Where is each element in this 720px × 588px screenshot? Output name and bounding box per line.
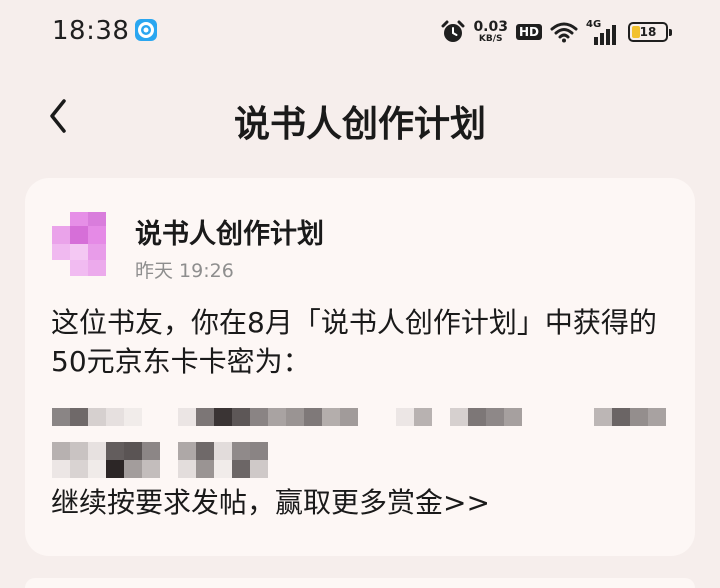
redacted-card-code: [52, 406, 672, 482]
net-speed-unit: KB/S: [478, 34, 503, 44]
app-notification-icon: [135, 19, 157, 41]
hd-badge: HD: [515, 24, 542, 40]
status-time: 18:38: [52, 16, 130, 46]
net-speed-value: 0.03: [473, 19, 508, 35]
message-card: 说书人创作计划 昨天 19:26 这位书友，你在8月「说书人创作计划」中获得的5…: [25, 178, 695, 556]
status-bar: 18:38 0.03 KB/S HD 4G 18: [0, 0, 720, 64]
more-rewards-link[interactable]: 继续按要求发帖，赢取更多赏金>>: [51, 483, 490, 523]
sender-name: 说书人创作计划: [135, 219, 324, 250]
avatar: [52, 210, 112, 278]
nav-bar: 说书人创作计划: [0, 80, 720, 152]
wifi-icon: [550, 21, 578, 43]
battery-percent: 18: [639, 25, 657, 39]
status-icons: 0.03 KB/S HD 4G 18: [441, 14, 672, 50]
net-speed: 0.03 KB/S: [473, 20, 508, 44]
battery-icon: 18: [628, 22, 672, 42]
message-time: 昨天 19:26: [135, 260, 234, 282]
cell-signal-icon: 4G: [586, 19, 620, 45]
message-body: 这位书友，你在8月「说书人创作计划」中获得的50元京东卡卡密为：: [51, 306, 657, 378]
alarm-icon: [441, 20, 465, 44]
page-title: 说书人创作计划: [233, 104, 486, 145]
next-card-edge: [25, 578, 695, 588]
